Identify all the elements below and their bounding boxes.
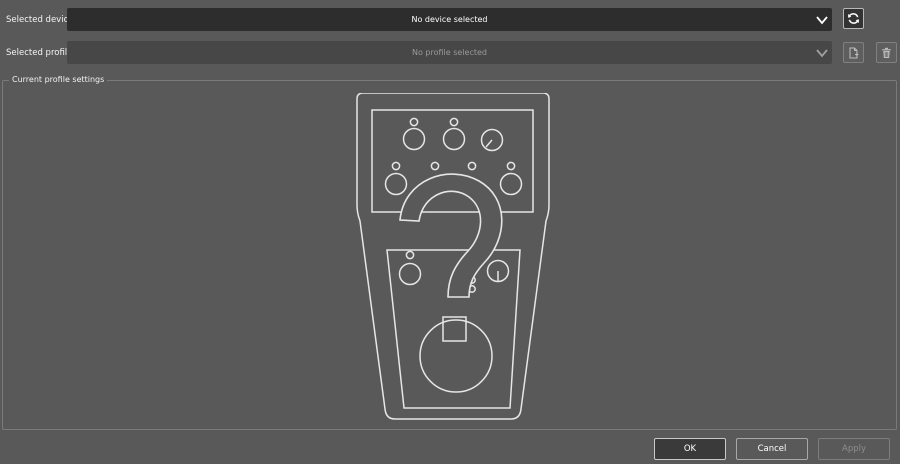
device-dropdown-value: No device selected (411, 15, 488, 24)
trash-icon (882, 47, 891, 58)
apply-button[interactable]: Apply (818, 438, 890, 460)
device-row: Selected device No device selected (0, 8, 900, 32)
chevron-down-icon (816, 16, 828, 25)
delete-profile-button[interactable] (876, 42, 897, 63)
device-dropdown[interactable]: No device selected (67, 8, 832, 31)
cancel-button[interactable]: Cancel (736, 438, 808, 460)
device-label: Selected device (6, 15, 74, 25)
ok-button[interactable]: OK (654, 438, 726, 460)
profile-dropdown[interactable]: No profile selected (67, 41, 832, 64)
refresh-icon (848, 13, 859, 24)
refresh-button[interactable] (843, 8, 864, 29)
profile-dropdown-value: No profile selected (411, 48, 487, 57)
chevron-down-icon (816, 49, 828, 58)
new-profile-button[interactable] (843, 42, 864, 63)
profile-label: Selected profile (6, 48, 73, 58)
profile-settings-group: Current profile settings (2, 75, 897, 430)
profile-settings-title: Current profile settings (9, 75, 108, 84)
new-file-icon (849, 47, 859, 58)
profile-row: Selected profile No profile selected (0, 41, 900, 65)
unknown-device-illustration (356, 93, 550, 420)
